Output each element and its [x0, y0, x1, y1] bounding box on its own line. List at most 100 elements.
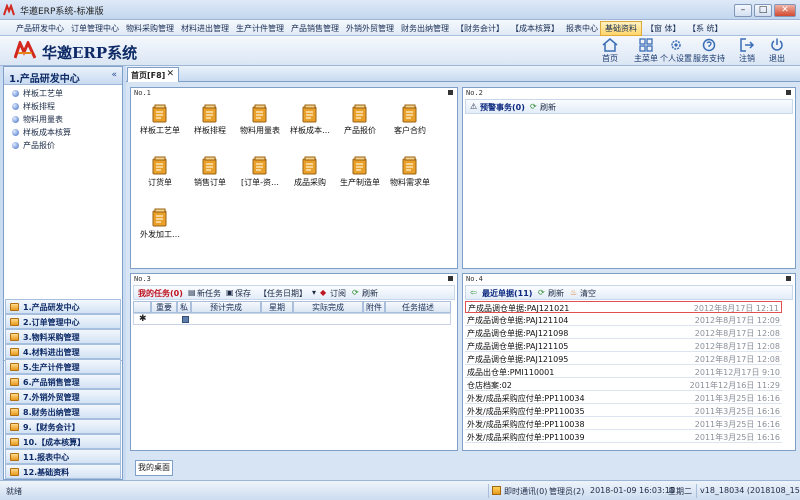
maximize-panel-icon[interactable] [786, 90, 791, 95]
minimize-button[interactable]: – [734, 4, 752, 17]
list-item[interactable]: 产成品调仓单据:PAJ121095 2012年8月17日 12:08 [465, 353, 782, 365]
list-item[interactable]: 产成品调仓单据:PAJ121098 2012年8月17日 12:08 [465, 327, 782, 339]
list-item[interactable]: 成品出仓单:PMI110001 2011年12月17日 9:10 [465, 366, 782, 378]
shortcut-item[interactable]: 客户合约 [385, 104, 435, 144]
shortcut-item[interactable]: [订单-资… [235, 156, 285, 196]
refresh-button[interactable]: 刷新 [362, 288, 378, 299]
subscribe-button[interactable]: 订阅 [330, 288, 346, 299]
nav-group-costing[interactable]: 10.【成本核算】 [5, 434, 121, 449]
column-header-actual-done[interactable]: 实际完成 [293, 301, 363, 313]
service-support-button[interactable]: 服务支持 [691, 37, 727, 65]
shortcut-label: 客户合约 [394, 126, 426, 135]
menu-item-window[interactable]: 【窗 体】 [646, 23, 681, 34]
shortcut-item[interactable]: 样板成本… [285, 104, 335, 144]
nav-group-accounting[interactable]: 9.【财务会计】 [5, 419, 121, 434]
tree-item-sample-schedule[interactable]: 样板排程 [12, 101, 55, 113]
column-header-weekday[interactable]: 星期 [261, 301, 293, 313]
menu-item-purchase[interactable]: 物料采购管理 [126, 23, 174, 34]
list-item[interactable]: 外发/成品采购应付单:PP110035 2011年3月25日 16:16 [465, 405, 782, 417]
task-date-button[interactable]: 【任务日期】 [259, 288, 307, 299]
menu-item-accounting[interactable]: 【财务会计】 [456, 23, 504, 34]
list-item[interactable]: 产成品调仓单据:PAJ121104 2012年8月17日 12:09 [465, 314, 782, 326]
tree-item-material-usage[interactable]: 物料用量表 [12, 114, 63, 126]
clear-button[interactable]: 清空 [580, 288, 596, 299]
menu-item-system[interactable]: 【系 统】 [688, 23, 723, 34]
shortcut-item[interactable]: 样板排程 [185, 104, 235, 144]
nav-group-base-data[interactable]: 12.基础资料 [5, 464, 121, 479]
tree-item-product-quote[interactable]: 产品报价 [12, 140, 55, 152]
tab-my-desktop[interactable]: 我的桌面 [135, 460, 173, 476]
shortcut-label: 成品采购 [294, 178, 326, 187]
record-date: 2012年8月17日 12:08 [694, 355, 780, 364]
shortcut-item[interactable]: 销售订单 [185, 156, 235, 196]
nav-group-cashier[interactable]: 8.财务出纳管理 [5, 404, 121, 419]
column-header-important[interactable]: 重要 [151, 301, 177, 313]
list-item[interactable]: 外发/成品采购应付单:PP110038 2011年3月25日 16:16 [465, 418, 782, 430]
nav-group-material[interactable]: 4.材料进出管理 [5, 344, 121, 359]
list-item[interactable]: 外发/成品采购应付单:PP110039 2011年3月25日 16:16 [465, 431, 782, 443]
maximize-button[interactable]: □ [754, 4, 772, 17]
list-item[interactable]: 外发/成品采购应付单:PP110034 2011年3月25日 16:16 [465, 392, 782, 404]
shortcut-item[interactable]: 物料用量表 [235, 104, 285, 144]
refresh-button[interactable]: 刷新 [540, 102, 556, 113]
menu-item-base-data[interactable]: 基础资料 [600, 21, 642, 36]
home-button[interactable]: 首页 [592, 37, 628, 65]
shortcut-item[interactable]: 产品报价 [335, 104, 385, 144]
dropdown-icon[interactable]: ▾ [312, 288, 316, 297]
menu-item-export[interactable]: 外销外贸管理 [346, 23, 394, 34]
nav-group-order[interactable]: 2.订单管理中心 [5, 314, 121, 329]
im-status[interactable]: 即时通讯(0) [504, 486, 547, 497]
menu-item-order[interactable]: 订单管理中心 [71, 23, 119, 34]
record-date: 2012年8月17日 12:08 [694, 329, 780, 338]
shortcut-item[interactable]: 物料需求单 [385, 156, 435, 196]
column-header-expected-done[interactable]: 预计完成 [191, 301, 261, 313]
clear-icon: ♨ [570, 288, 578, 297]
tab-close-icon[interactable]: ✕ [166, 69, 174, 79]
shortcut-item[interactable]: 样板工艺单 [135, 104, 185, 144]
record-title: 产成品调仓单据:PAJ121021 [468, 304, 570, 313]
nav-group-production[interactable]: 5.生产计件管理 [5, 359, 121, 374]
nav-group-reports[interactable]: 11.报表中心 [5, 449, 121, 464]
column-header-private[interactable]: 私 [177, 301, 191, 313]
column-header-description[interactable]: 任务描述 [385, 301, 451, 313]
nav-group-product-rd[interactable]: 1.产品研发中心 [5, 299, 121, 314]
maximize-panel-icon[interactable] [448, 90, 453, 95]
maximize-panel-icon[interactable] [786, 276, 791, 281]
recent-docs-label[interactable]: 最近单据(11) [482, 288, 532, 299]
shortcut-item[interactable]: 生产制造单 [335, 156, 385, 196]
personal-settings-button[interactable]: 个人设置 [658, 37, 694, 65]
menu-item-sales[interactable]: 产品销售管理 [291, 23, 339, 34]
new-task-button[interactable]: 新任务 [197, 288, 221, 299]
document-icon [152, 156, 167, 175]
shortcut-item[interactable]: 订货单 [135, 156, 185, 196]
close-button[interactable]: ✕ [774, 4, 796, 17]
tree-item-sample-cost[interactable]: 样板成本核算 [12, 127, 71, 139]
nav-group-purchase[interactable]: 3.物料采购管理 [5, 329, 121, 344]
menu-item-product-rd[interactable]: 产品研发中心 [16, 23, 64, 34]
alerts-button[interactable]: 预警事务(0) [480, 102, 525, 113]
maximize-panel-icon[interactable] [448, 276, 453, 281]
nav-group-export[interactable]: 7.外销外贸管理 [5, 389, 121, 404]
new-task-row[interactable]: ✱ [133, 313, 451, 325]
menu-item-production[interactable]: 生产计件管理 [236, 23, 284, 34]
nav-group-sales[interactable]: 6.产品销售管理 [5, 374, 121, 389]
tree-item-sample-process[interactable]: 样板工艺单 [12, 88, 63, 100]
refresh-button[interactable]: 刷新 [548, 288, 564, 299]
collapse-icon[interactable]: « [111, 70, 117, 80]
list-item[interactable]: 产成品调仓单据:PAJ121021 2012年8月17日 12:11 [465, 301, 782, 313]
shortcut-item[interactable]: 外发加工… [135, 208, 185, 248]
menu-item-material[interactable]: 材料进出管理 [181, 23, 229, 34]
list-item[interactable]: 产成品调仓单据:PAJ121105 2012年8月17日 12:08 [465, 340, 782, 352]
shortcut-item[interactable]: 成品采购 [285, 156, 335, 196]
record-title: 产成品调仓单据:PAJ121095 [467, 355, 569, 364]
menu-item-reports[interactable]: 报表中心 [566, 23, 598, 34]
save-button[interactable]: 保存 [235, 288, 251, 299]
menu-item-cashier[interactable]: 财务出纳管理 [401, 23, 449, 34]
list-item[interactable]: 仓店档案:02 2011年12月16日 11:29 [465, 379, 782, 391]
menu-item-costing[interactable]: 【成本核算】 [511, 23, 559, 34]
column-header-attachment[interactable]: 附件 [363, 301, 385, 313]
tab-home[interactable]: 首页[F8] ✕ [127, 67, 179, 82]
my-tasks-label[interactable]: 我的任务(0) [138, 288, 183, 299]
private-checkbox[interactable] [182, 316, 189, 323]
exit-button[interactable]: 退出 [759, 37, 795, 65]
